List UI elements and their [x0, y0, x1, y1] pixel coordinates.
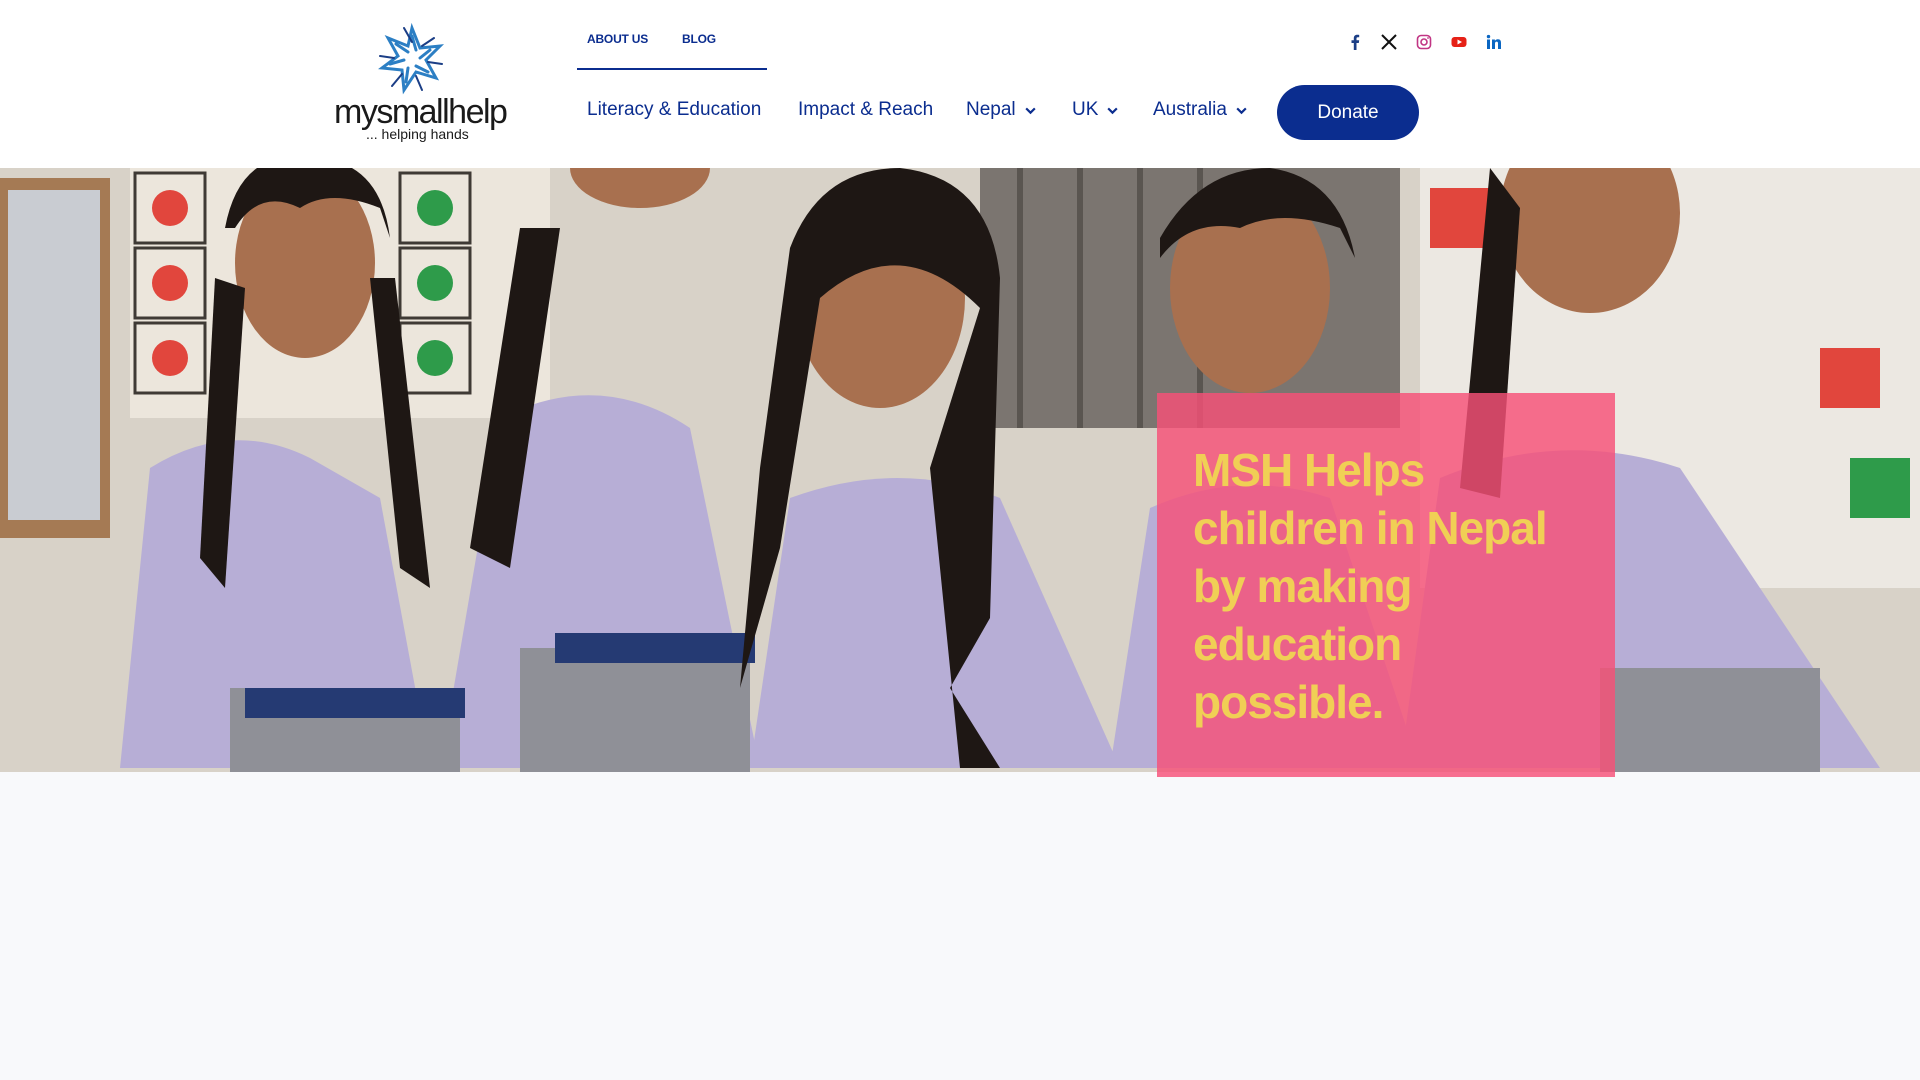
donate-button[interactable]: Donate: [1277, 85, 1419, 140]
nav-item-label: Literacy & Education: [587, 99, 762, 120]
facebook-link[interactable]: [1343, 30, 1367, 54]
hero-section: [0, 168, 1920, 772]
secondary-nav: ABOUT US BLOG: [577, 28, 767, 70]
nav-item-label: Australia: [1153, 99, 1227, 120]
nav-item-label: UK: [1072, 99, 1099, 120]
nav-item-label: Nepal: [966, 99, 1016, 120]
site-header: mysmallhelp ... helping hands ABOUT US B…: [0, 0, 1920, 168]
helping-hands-logo-mark: [378, 22, 445, 95]
nav-item-uk[interactable]: UK: [1072, 98, 1119, 122]
chevron-down-icon: [1025, 107, 1036, 114]
chevron-down-icon: [1236, 107, 1247, 114]
nav-item-nepal[interactable]: Nepal: [966, 98, 1037, 122]
logo-tagline: ... helping hands: [366, 126, 469, 142]
chevron-down-icon: [1107, 107, 1119, 114]
instagram-link[interactable]: [1412, 30, 1436, 54]
hero-photo-schoolgirls: [0, 168, 1920, 772]
hero-callout-box: MSH Helps children in Nepal by making ed…: [1157, 393, 1615, 777]
logo-wordmark: mysmallhelp: [334, 93, 508, 131]
x-twitter-link[interactable]: [1377, 30, 1401, 54]
nav-link-blog[interactable]: BLOG: [682, 32, 716, 46]
youtube-icon: [1451, 37, 1467, 47]
linkedin-link[interactable]: [1482, 30, 1506, 54]
x-twitter-icon: [1381, 34, 1397, 50]
hero-headline: MSH Helps children in Nepal by making ed…: [1193, 444, 1548, 728]
site-logo[interactable]: mysmallhelp ... helping hands: [334, 22, 508, 144]
nav-item-literacy-education[interactable]: Literacy & Education: [587, 98, 761, 122]
nav-item-label: Impact & Reach: [798, 99, 934, 120]
youtube-link[interactable]: [1447, 30, 1471, 54]
nav-item-australia[interactable]: Australia: [1153, 98, 1248, 122]
instagram-icon: [1416, 34, 1432, 50]
nav-item-impact-reach[interactable]: Impact & Reach: [798, 98, 933, 122]
linkedin-icon: [1486, 34, 1501, 49]
facebook-icon: [1351, 34, 1360, 50]
nav-link-about-us[interactable]: ABOUT US: [587, 32, 648, 46]
